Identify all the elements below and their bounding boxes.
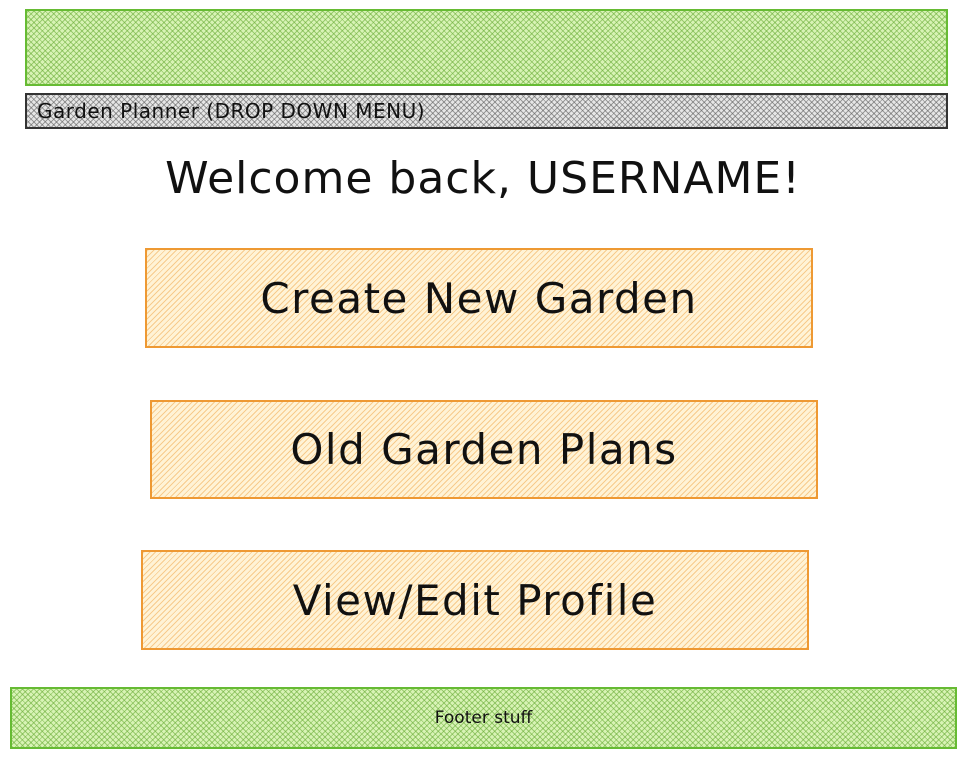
top-banner [25, 9, 948, 86]
footer: Footer stuff [10, 687, 957, 749]
view-edit-profile-label: View/Edit Profile [292, 575, 658, 625]
create-new-garden-label: Create New Garden [260, 273, 698, 323]
garden-planner-dropdown-menu[interactable]: Garden Planner (DROP DOWN MENU) [25, 93, 948, 129]
view-edit-profile-button[interactable]: View/Edit Profile [141, 550, 809, 650]
create-new-garden-button[interactable]: Create New Garden [145, 248, 813, 348]
old-garden-plans-button[interactable]: Old Garden Plans [150, 400, 818, 499]
old-garden-plans-label: Old Garden Plans [290, 425, 678, 474]
footer-text: Footer stuff [434, 708, 533, 728]
dropdown-menu-label: Garden Planner (DROP DOWN MENU) [37, 99, 426, 123]
welcome-heading: Welcome back, USERNAME! [165, 153, 801, 204]
